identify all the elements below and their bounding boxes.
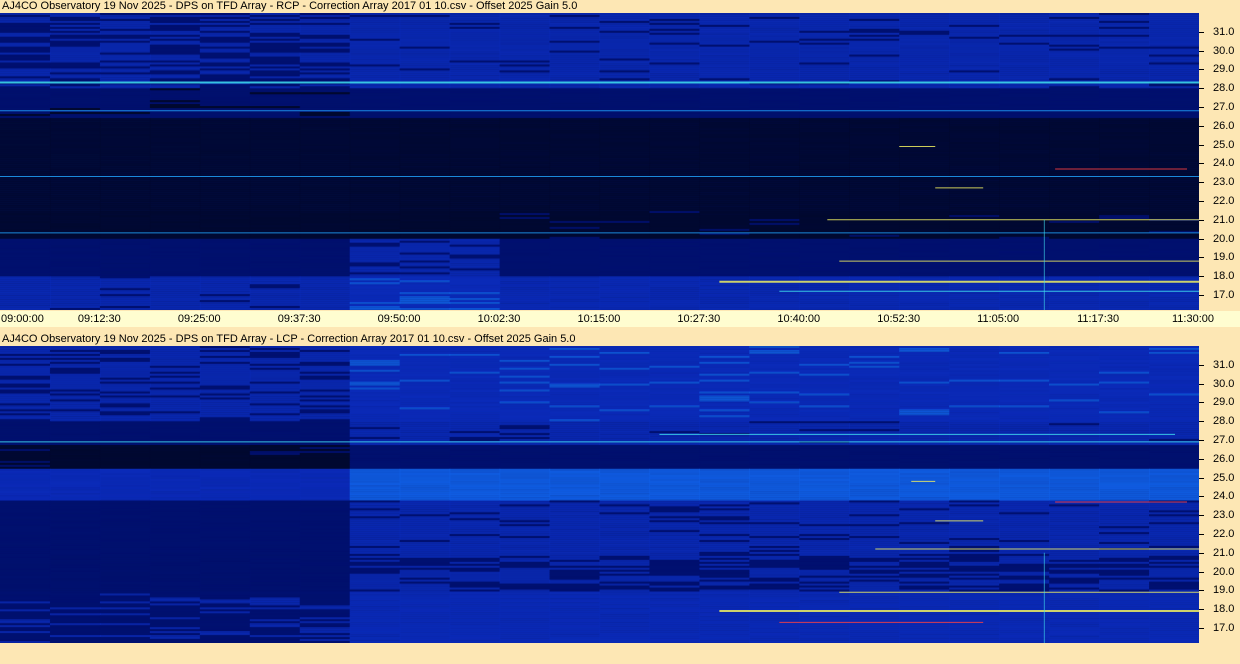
y-tick	[1199, 238, 1204, 240]
y-tick-label: 21.0	[1213, 546, 1235, 559]
rcp-panel: 31.0 30.0 29.0 28.0 27.0 26.0 25.0 24.0 23.0 22.0…	[0, 13, 1240, 310]
y-tick-label: 20.0	[1213, 232, 1235, 245]
y-tick	[1199, 125, 1204, 127]
y-tick	[1199, 219, 1204, 221]
spectrogram-cells	[0, 13, 1199, 310]
y-tick	[1199, 571, 1204, 573]
y-tick	[1199, 106, 1204, 108]
lcp-title: AJ4CO Observatory 19 Nov 2025 - DPS on T…	[2, 333, 576, 345]
lcp-panel: 31.0 30.0 29.0 28.0 27.0 26.0 25.0 24.0 23.0 22.0…	[0, 346, 1240, 643]
y-tick-label: 23.0	[1213, 509, 1235, 522]
y-tick-label: 28.0	[1213, 415, 1235, 428]
y-tick	[1199, 590, 1204, 592]
y-tick-label: 28.0	[1213, 82, 1235, 95]
y-tick	[1199, 383, 1204, 385]
y-tick	[1199, 515, 1204, 517]
y-tick-label: 18.0	[1213, 270, 1235, 283]
y-tick-label: 26.0	[1213, 452, 1235, 465]
rcp-frequency-axis: 31.0 30.0 29.0 28.0 27.0 26.0 25.0 24.0 23.0 22.0…	[1199, 13, 1240, 310]
lcp-spectrogram-plot	[0, 346, 1199, 643]
x-tick-label: 10:40:00	[777, 313, 821, 325]
y-tick-label: 27.0	[1213, 100, 1235, 113]
y-tick-label: 30.0	[1213, 44, 1235, 57]
rcp-spectrogram[interactable]	[0, 13, 1199, 310]
y-tick	[1199, 294, 1204, 296]
x-tick-label: 10:15:00	[577, 313, 621, 325]
y-tick-label: 25.0	[1213, 471, 1235, 484]
lcp-frequency-axis: 31.0 30.0 29.0 28.0 27.0 26.0 25.0 24.0 23.0 22.0…	[1199, 346, 1240, 643]
y-tick	[1199, 627, 1204, 629]
y-tick	[1199, 163, 1204, 165]
x-tick-label: 09:12:30	[77, 313, 121, 325]
y-tick	[1199, 402, 1204, 404]
x-tick-label: 11:30:00	[1172, 313, 1215, 325]
y-tick-label: 27.0	[1213, 433, 1235, 446]
x-tick-label: 09:37:30	[277, 313, 321, 325]
y-tick	[1199, 421, 1204, 423]
y-tick	[1199, 200, 1204, 202]
y-tick	[1199, 69, 1204, 71]
rcp-time-axis: 09:00:00 09:12:30 09:25:00 09:37:30 09:50:00…	[0, 311, 1240, 327]
y-tick	[1199, 182, 1204, 184]
y-tick	[1199, 439, 1204, 441]
y-tick-label: 18.0	[1213, 603, 1235, 616]
rcp-title: AJ4CO Observatory 19 Nov 2025 - DPS on T…	[2, 0, 578, 12]
y-tick-label: 31.0	[1213, 358, 1235, 371]
y-tick	[1199, 477, 1204, 479]
y-tick-label: 19.0	[1213, 251, 1235, 264]
spectrogram-cells	[0, 346, 1199, 643]
y-tick-label: 31.0	[1213, 25, 1235, 38]
lcp-spectrogram[interactable]	[0, 346, 1199, 643]
y-tick	[1199, 88, 1204, 90]
y-tick-label: 23.0	[1213, 176, 1235, 189]
y-tick-label: 24.0	[1213, 157, 1235, 170]
y-tick-label: 29.0	[1213, 396, 1235, 409]
x-tick-label: 09:25:00	[177, 313, 221, 325]
y-tick-label: 26.0	[1213, 119, 1235, 132]
y-tick	[1199, 144, 1204, 146]
y-tick-label: 24.0	[1213, 490, 1235, 503]
y-tick-label: 22.0	[1213, 527, 1235, 540]
y-tick	[1199, 496, 1204, 498]
y-tick-label: 17.0	[1213, 621, 1235, 634]
y-tick-label: 25.0	[1213, 138, 1235, 151]
y-tick-label: 17.0	[1213, 288, 1235, 301]
x-tick-label: 09:50:00	[377, 313, 421, 325]
y-tick-label: 19.0	[1213, 584, 1235, 597]
x-tick-label: 09:00:00	[1, 313, 44, 325]
x-tick-label: 10:52:30	[877, 313, 921, 325]
x-tick-label: 11:05:00	[977, 313, 1020, 325]
y-tick	[1199, 257, 1204, 259]
y-tick	[1199, 533, 1204, 535]
y-tick	[1199, 364, 1204, 366]
y-tick	[1199, 552, 1204, 554]
y-tick	[1199, 31, 1204, 33]
y-tick-label: 22.0	[1213, 194, 1235, 207]
y-tick	[1199, 276, 1204, 278]
x-tick-label: 11:17:30	[1077, 313, 1120, 325]
lcp-time-axis-empty	[0, 644, 1240, 664]
y-tick	[1199, 609, 1204, 611]
y-tick-label: 29.0	[1213, 63, 1235, 76]
y-tick	[1199, 458, 1204, 460]
y-tick-label: 20.0	[1213, 565, 1235, 578]
y-tick-label: 21.0	[1213, 213, 1235, 226]
y-tick-label: 30.0	[1213, 377, 1235, 390]
x-tick-label: 10:27:30	[677, 313, 721, 325]
rcp-spectrogram-plot	[0, 13, 1199, 310]
x-tick-label: 10:02:30	[477, 313, 521, 325]
y-tick	[1199, 50, 1204, 52]
